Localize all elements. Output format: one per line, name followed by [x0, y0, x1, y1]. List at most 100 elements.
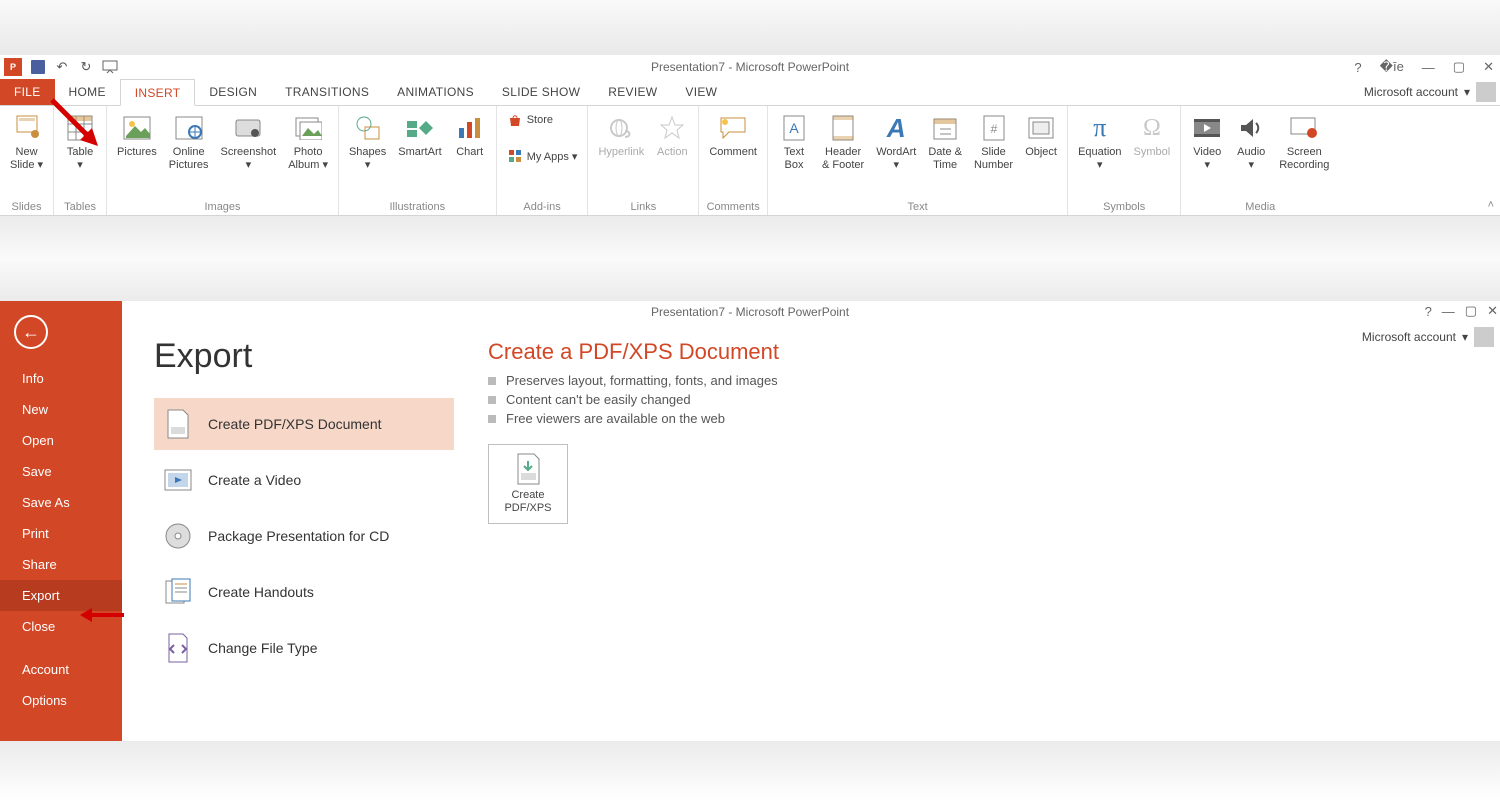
nav-options[interactable]: Options [0, 685, 122, 716]
start-slideshow-icon[interactable] [102, 59, 118, 75]
nav-close[interactable]: Close [0, 611, 122, 642]
nav-new[interactable]: New [0, 394, 122, 425]
tab-slideshow[interactable]: SLIDE SHOW [488, 79, 594, 105]
comment-button[interactable]: Comment [703, 108, 763, 159]
textbox-button[interactable]: A Text Box [772, 108, 816, 172]
undo-icon[interactable]: ↶ [54, 59, 70, 75]
account-menu[interactable]: Microsoft account ▾ [1364, 79, 1500, 105]
quick-access-toolbar: ↶ ↻ [26, 59, 118, 75]
export-option-cd-label: Package Presentation for CD [208, 528, 389, 544]
export-option-filetype[interactable]: Change File Type [154, 622, 454, 674]
collapse-ribbon-icon[interactable]: ˄ [1488, 199, 1494, 211]
audio-icon [1235, 112, 1267, 144]
export-option-pdf[interactable]: Create PDF/XPS Document [154, 398, 454, 450]
tab-file[interactable]: FILE [0, 79, 55, 105]
export-option-handouts-label: Create Handouts [208, 584, 314, 600]
myapps-label: My Apps ▾ [527, 150, 578, 163]
export-option-video-label: Create a Video [208, 472, 301, 488]
tab-animations[interactable]: ANIMATIONS [383, 79, 488, 105]
datetime-button[interactable]: Date & Time [922, 108, 968, 172]
create-pdf-xps-button[interactable]: Create PDF/XPS [488, 444, 568, 524]
group-media-label: Media [1185, 199, 1335, 215]
help-icon[interactable]: ? [1350, 58, 1365, 77]
back-button[interactable]: ← [14, 315, 48, 349]
close-icon[interactable]: ✕ [1479, 57, 1498, 77]
header-footer-button[interactable]: Header & Footer [816, 108, 870, 172]
app-icon: P [4, 58, 22, 76]
header-footer-icon [827, 112, 859, 144]
wordart-button[interactable]: AWordArt ▾ [870, 108, 922, 172]
maximize-icon[interactable]: ▢ [1465, 303, 1477, 319]
tab-insert[interactable]: INSERT [120, 79, 196, 106]
tab-transitions[interactable]: TRANSITIONS [271, 79, 383, 105]
tab-home[interactable]: HOME [55, 79, 120, 105]
detail-bullet-1: Preserves layout, formatting, fonts, and… [488, 373, 779, 388]
audio-button[interactable]: Audio ▾ [1229, 108, 1273, 172]
group-links: Hyperlink Action Links [588, 106, 699, 215]
minimize-icon[interactable]: — [1442, 304, 1455, 319]
cd-icon [164, 522, 192, 550]
smartart-icon [404, 112, 436, 144]
export-option-cd[interactable]: Package Presentation for CD [154, 510, 454, 562]
object-button[interactable]: Object [1019, 108, 1063, 159]
chart-label: Chart [456, 146, 483, 159]
nav-export[interactable]: Export [0, 580, 122, 611]
backstage-window: Presentation7 - Microsoft PowerPoint ? —… [0, 301, 1500, 741]
save-icon[interactable] [30, 59, 46, 75]
close-icon[interactable]: ✕ [1487, 303, 1498, 319]
nav-saveas[interactable]: Save As [0, 487, 122, 518]
action-button: Action [650, 108, 694, 159]
tab-design[interactable]: DESIGN [195, 79, 271, 105]
group-illustrations: Shapes ▾ SmartArt Chart Illustrations [339, 106, 497, 215]
screenshot-button[interactable]: Screenshot ▾ [215, 108, 283, 172]
nav-account[interactable]: Account [0, 654, 122, 685]
table-button[interactable]: Table ▾ [58, 108, 102, 172]
myapps-button[interactable]: My Apps ▾ [507, 148, 578, 164]
detail-heading: Create a PDF/XPS Document [488, 339, 779, 365]
datetime-icon [929, 112, 961, 144]
photo-album-button[interactable]: Photo Album ▾ [282, 108, 334, 172]
chart-button[interactable]: Chart [448, 108, 492, 159]
minimize-icon[interactable]: — [1418, 58, 1439, 77]
help-icon[interactable]: ? [1425, 304, 1432, 319]
redo-icon[interactable]: ↻ [78, 59, 94, 75]
backstage-account-menu[interactable]: Microsoft account ▾ [1362, 327, 1494, 347]
nav-save[interactable]: Save [0, 456, 122, 487]
slidenumber-button[interactable]: #Slide Number [968, 108, 1019, 172]
ribbon-display-icon[interactable]: �īe [1376, 57, 1408, 77]
online-pictures-icon [173, 112, 205, 144]
tab-view[interactable]: VIEW [671, 79, 731, 105]
smartart-button[interactable]: SmartArt [392, 108, 447, 159]
video-label: Video ▾ [1193, 146, 1221, 172]
svg-text:A: A [789, 120, 799, 136]
pictures-button[interactable]: Pictures [111, 108, 163, 159]
nav-share[interactable]: Share [0, 549, 122, 580]
export-option-video[interactable]: Create a Video [154, 454, 454, 506]
maximize-icon[interactable]: ▢ [1449, 57, 1469, 77]
textbox-icon: A [778, 112, 810, 144]
smartart-label: SmartArt [398, 146, 441, 159]
screen-recording-button[interactable]: Screen Recording [1273, 108, 1335, 172]
export-option-handouts[interactable]: Create Handouts [154, 566, 454, 618]
avatar [1476, 82, 1496, 102]
online-pictures-button[interactable]: Online Pictures [163, 108, 215, 172]
backstage-nav: ← Info New Open Save Save As Print Share… [0, 301, 122, 741]
shapes-button[interactable]: Shapes ▾ [343, 108, 392, 172]
object-label: Object [1025, 146, 1057, 159]
equation-button[interactable]: πEquation ▾ [1072, 108, 1127, 172]
nav-info[interactable]: Info [0, 363, 122, 394]
nav-open[interactable]: Open [0, 425, 122, 456]
textbox-label: Text Box [784, 146, 804, 172]
pictures-icon [121, 112, 153, 144]
new-slide-label: New Slide ▾ [10, 146, 43, 172]
new-slide-button[interactable]: New Slide ▾ [4, 108, 49, 172]
nav-print[interactable]: Print [0, 518, 122, 549]
detail-bullet-2-text: Content can't be easily changed [506, 392, 691, 407]
group-media: Video ▾ Audio ▾ Screen Recording Media [1181, 106, 1339, 215]
tab-review[interactable]: REVIEW [594, 79, 671, 105]
group-slides-label: Slides [4, 199, 49, 215]
symbol-button: ΩSymbol [1128, 108, 1177, 159]
video-button[interactable]: Video ▾ [1185, 108, 1229, 172]
store-button[interactable]: Store [507, 112, 578, 128]
create-pdf-xps-label: Create PDF/XPS [504, 489, 551, 515]
